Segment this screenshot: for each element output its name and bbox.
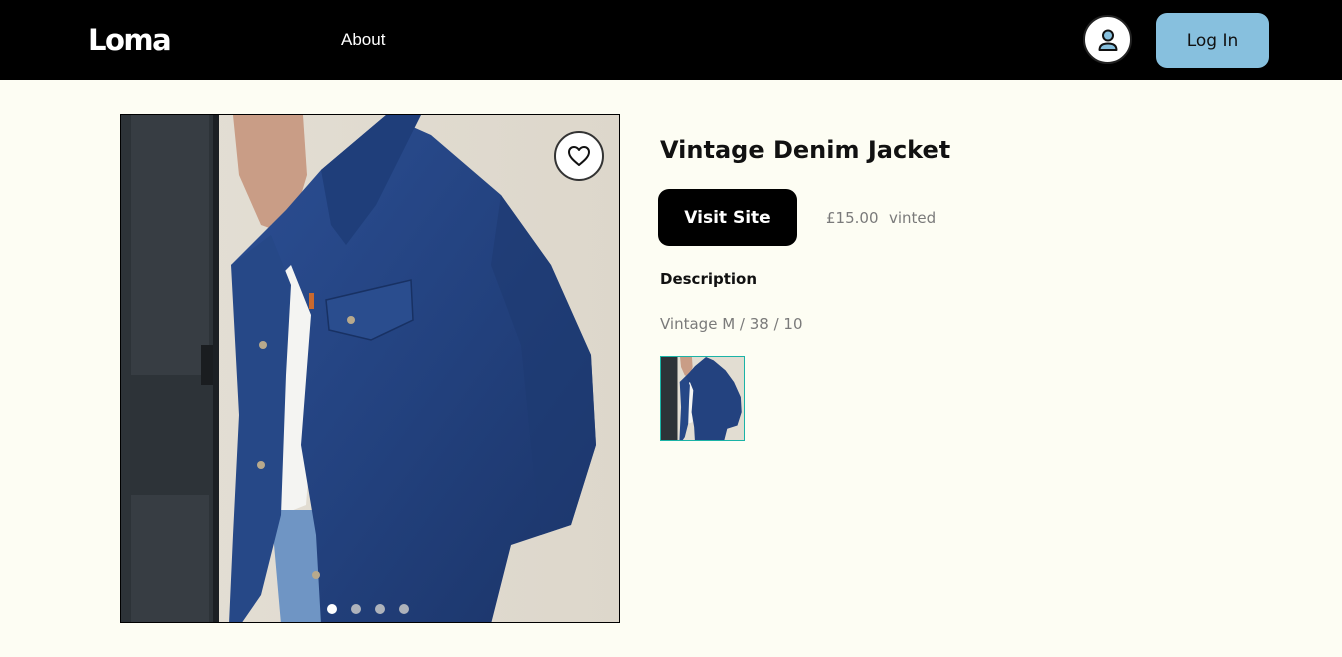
thumbnail-photo bbox=[661, 357, 744, 440]
site-logo[interactable]: Loma bbox=[88, 22, 172, 58]
visit-site-button[interactable]: Visit Site bbox=[658, 189, 797, 246]
heart-icon bbox=[568, 146, 590, 166]
product-thumbnail[interactable] bbox=[660, 356, 745, 441]
carousel-dot[interactable] bbox=[327, 604, 337, 614]
product-price: £15.00 bbox=[826, 209, 879, 227]
carousel-dot[interactable] bbox=[351, 604, 361, 614]
user-icon bbox=[1098, 29, 1117, 51]
site-header: Loma About Log In bbox=[0, 0, 1342, 80]
favorite-button[interactable] bbox=[554, 131, 604, 181]
product-image-carousel[interactable] bbox=[120, 114, 620, 623]
product-source: vinted bbox=[889, 209, 937, 227]
product-photo bbox=[121, 115, 619, 622]
nav-about-link[interactable]: About bbox=[341, 30, 385, 50]
carousel-indicators bbox=[327, 604, 409, 614]
description-heading: Description bbox=[660, 270, 758, 288]
carousel-dot[interactable] bbox=[399, 604, 409, 614]
profile-button[interactable] bbox=[1083, 15, 1132, 64]
carousel-dot[interactable] bbox=[375, 604, 385, 614]
description-text: Vintage M / 38 / 10 bbox=[660, 315, 803, 333]
product-title: Vintage Denim Jacket bbox=[660, 136, 951, 164]
login-button[interactable]: Log In bbox=[1156, 13, 1269, 68]
